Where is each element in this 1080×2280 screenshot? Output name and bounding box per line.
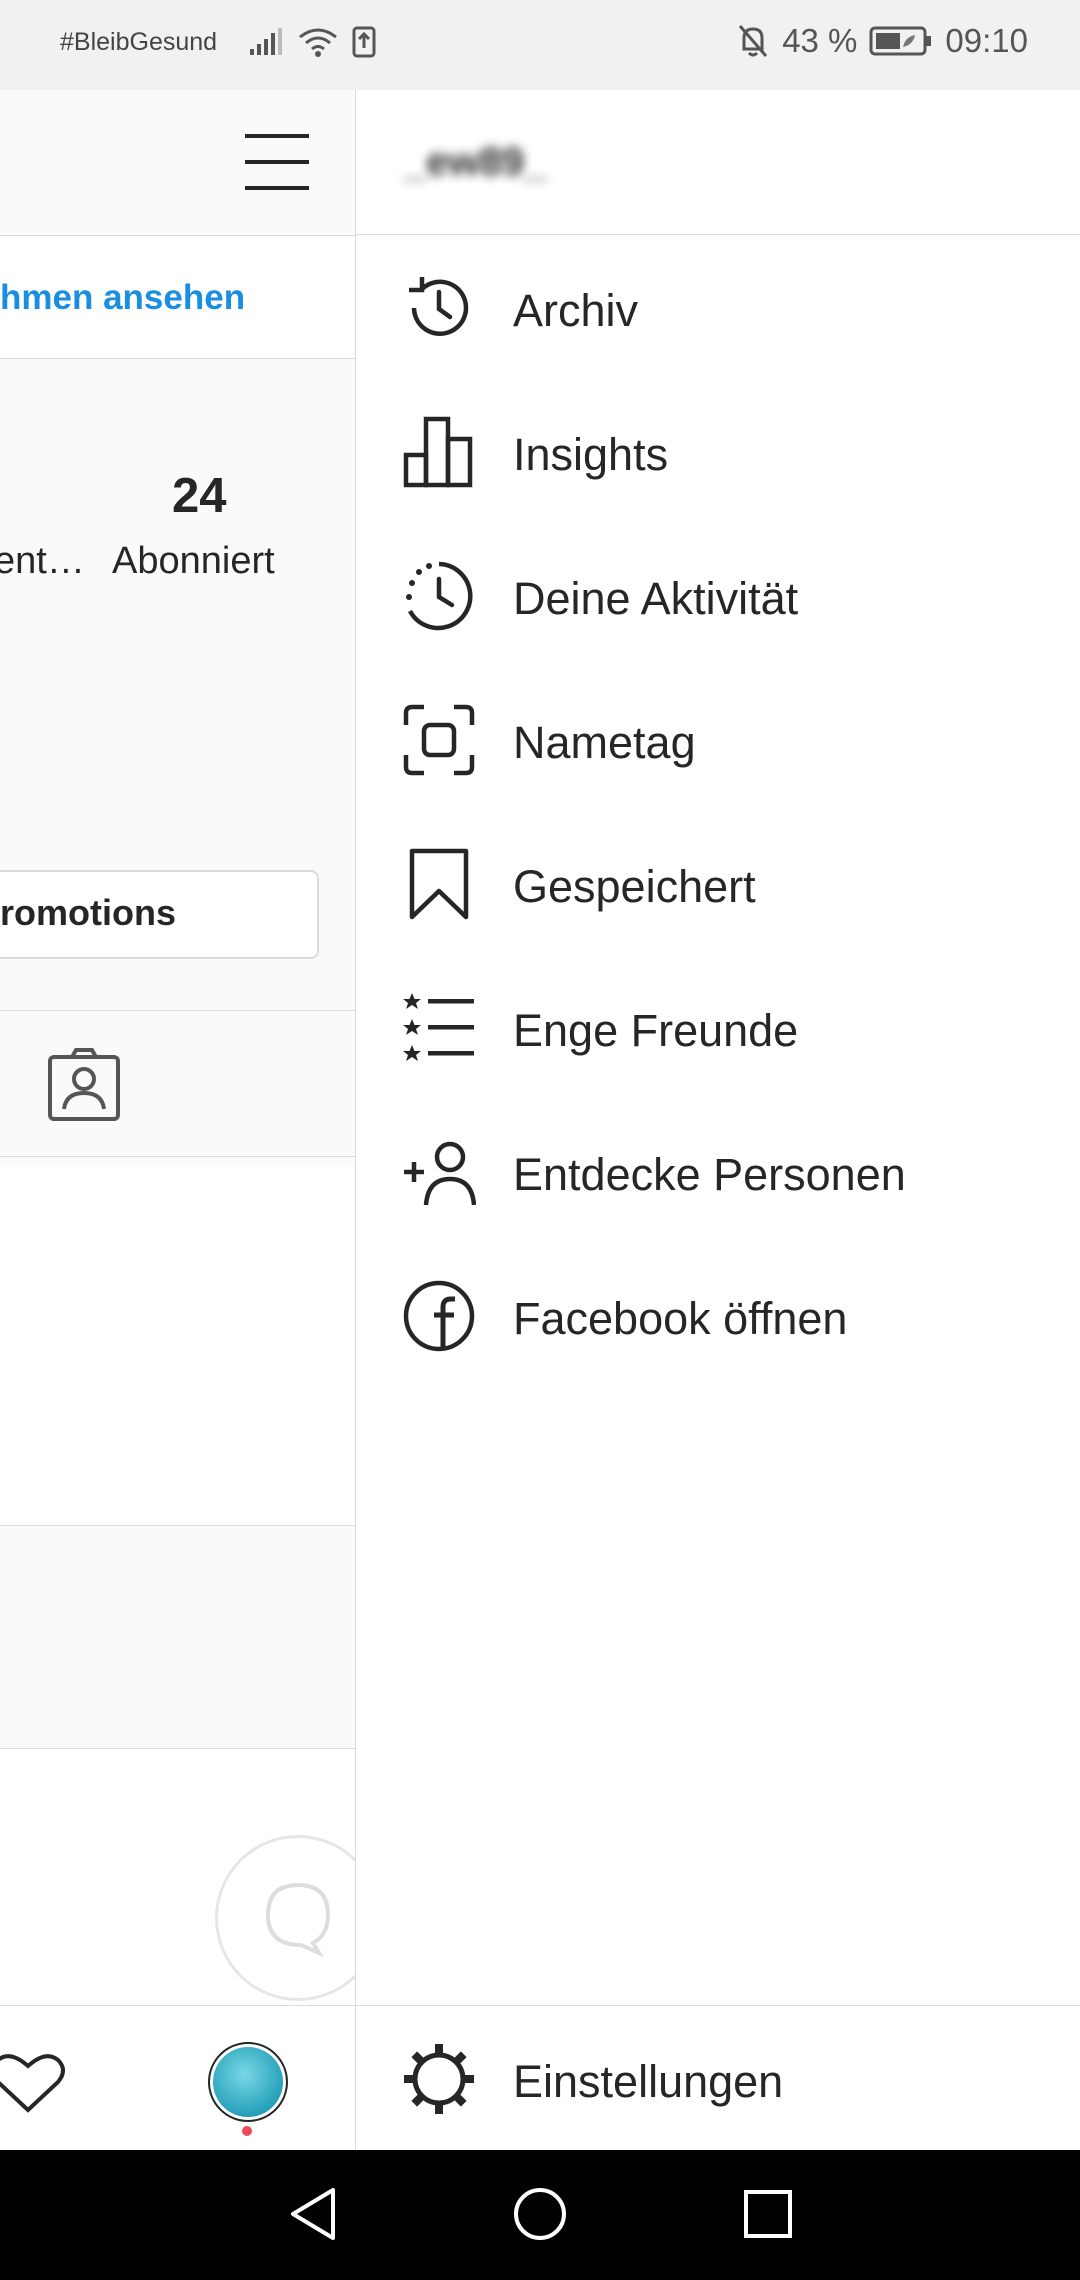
content-area bbox=[0, 1165, 355, 1526]
facebook-icon bbox=[403, 1280, 475, 1352]
bar-chart-icon bbox=[403, 416, 473, 488]
view-link[interactable]: hmen ansehen bbox=[0, 278, 245, 318]
chat-bubble-icon bbox=[265, 1882, 331, 1958]
side-drawer: _ew89_ Archiv Insights Deine Aktivität N… bbox=[355, 90, 1080, 2150]
drawer-menu: Archiv Insights Deine Aktivität Nametag … bbox=[356, 235, 1080, 1387]
menu-item-label: Insights bbox=[513, 429, 669, 480]
promotions-label: romotions bbox=[0, 892, 176, 933]
menu-item-label: Archiv bbox=[513, 285, 639, 336]
menu-item-open-facebook[interactable]: Facebook öffnen bbox=[356, 1243, 1080, 1387]
clock: 09:10 bbox=[945, 22, 1028, 59]
system-nav-bar bbox=[0, 2150, 1080, 2280]
profile-header bbox=[0, 90, 355, 236]
settings-label: Einstellungen bbox=[513, 2056, 784, 2107]
bottom-nav bbox=[0, 2005, 355, 2150]
menu-item-nametag[interactable]: Nametag bbox=[356, 667, 1080, 811]
menu-item-label: Enge Freunde bbox=[513, 1005, 799, 1056]
back-icon[interactable] bbox=[285, 2184, 341, 2244]
bookmark-icon bbox=[409, 848, 469, 920]
menu-item-label: Facebook öffnen bbox=[513, 1293, 848, 1344]
notification-dot bbox=[242, 2126, 252, 2136]
battery-icon bbox=[869, 26, 932, 56]
menu-item-label: Nametag bbox=[513, 717, 696, 768]
profile-tabs bbox=[0, 1010, 355, 1157]
view-link-row: hmen ansehen bbox=[0, 236, 355, 359]
data-transfer-icon bbox=[352, 26, 376, 58]
menu-item-saved[interactable]: Gespeichert bbox=[356, 811, 1080, 955]
menu-item-discover-people[interactable]: Entdecke Personen bbox=[356, 1099, 1080, 1243]
activity-clock-icon bbox=[406, 561, 473, 631]
following-count[interactable]: 24 bbox=[172, 468, 227, 524]
stat-label-partial: ent… bbox=[0, 540, 85, 582]
promotions-button[interactable]: romotions bbox=[0, 870, 319, 959]
menu-item-archive[interactable]: Archiv bbox=[356, 235, 1080, 379]
username: _ew89_ bbox=[404, 140, 547, 184]
hamburger-menu-icon[interactable] bbox=[245, 132, 309, 192]
heart-icon[interactable] bbox=[0, 2050, 68, 2114]
menu-item-close-friends[interactable]: Enge Freunde bbox=[356, 955, 1080, 1099]
settings-row[interactable]: Einstellungen bbox=[356, 2005, 1080, 2151]
drawer-header: _ew89_ bbox=[356, 90, 1080, 235]
recent-apps-icon[interactable] bbox=[740, 2184, 796, 2244]
profile-panel: hmen ansehen 24 ent… Abonniert romotions bbox=[0, 90, 355, 2150]
close-friends-icon bbox=[403, 993, 474, 1061]
wifi-icon bbox=[299, 28, 337, 57]
profile-stats bbox=[0, 360, 355, 840]
home-icon[interactable] bbox=[512, 2184, 568, 2244]
archive-history-icon bbox=[409, 277, 469, 336]
signal-icon bbox=[250, 28, 282, 55]
add-person-icon bbox=[404, 1141, 476, 1206]
following-label[interactable]: Abonniert bbox=[112, 540, 275, 583]
battery-percent: 43 % bbox=[782, 22, 858, 59]
content-area bbox=[0, 1526, 355, 1749]
carrier-label: #BleibGesund bbox=[60, 28, 218, 56]
nametag-icon bbox=[403, 704, 475, 776]
tagged-photos-icon[interactable] bbox=[46, 1047, 122, 1123]
gear-icon bbox=[404, 2044, 474, 2114]
profile-avatar[interactable] bbox=[208, 2042, 288, 2122]
menu-item-insights[interactable]: Insights bbox=[356, 379, 1080, 523]
menu-item-label: Deine Aktivität bbox=[513, 573, 799, 624]
menu-item-activity[interactable]: Deine Aktivität bbox=[356, 523, 1080, 667]
menu-item-label: Gespeichert bbox=[513, 861, 756, 912]
status-bar: #BleibGesund 43 % 09:10 bbox=[0, 0, 1080, 90]
mute-icon bbox=[739, 25, 768, 57]
menu-item-label: Entdecke Personen bbox=[513, 1149, 906, 1200]
